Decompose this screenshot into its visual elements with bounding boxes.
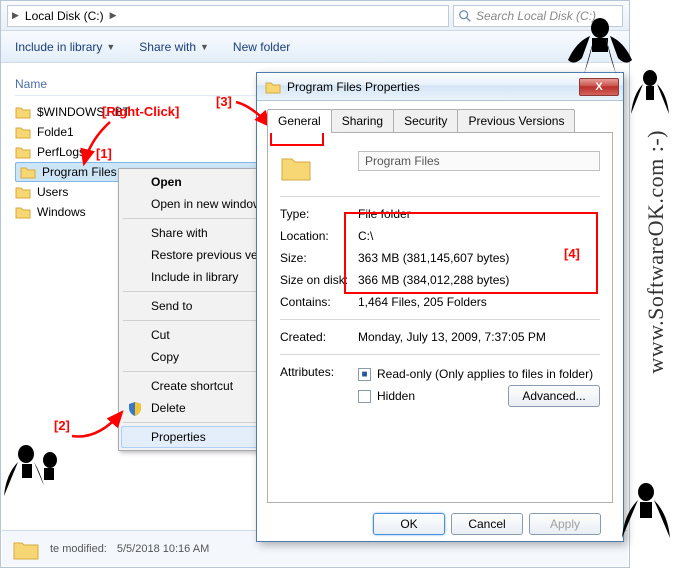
tab-panel-general: Program Files Type:File folder Location:… xyxy=(267,133,613,503)
menu-copy[interactable]: Copy xyxy=(121,346,273,368)
location-value: C:\ xyxy=(358,229,600,243)
advanced-button[interactable]: Advanced... xyxy=(508,385,600,407)
context-menu: Open Open in new window Share with Resto… xyxy=(118,168,276,451)
shield-icon xyxy=(127,401,143,417)
chevron-right-icon: ▶ xyxy=(12,10,19,21)
contains-value: 1,464 Files, 205 Folders xyxy=(358,295,600,309)
address-bar: ▶ Local Disk (C:) ▶ Search Local Disk (C… xyxy=(1,1,629,31)
status-modified: 5/5/2018 10:16 AM xyxy=(117,543,209,555)
folder-name: $WINDOWS.~BT xyxy=(37,105,130,119)
folder-name: Users xyxy=(37,185,68,199)
folder-icon xyxy=(12,537,40,561)
folder-name: PerfLogs xyxy=(37,145,85,159)
dialog-title: Program Files Properties xyxy=(287,80,420,94)
folder-name: Program Files xyxy=(42,165,117,179)
folder-name: Folde1 xyxy=(37,125,74,139)
folder-icon xyxy=(265,79,281,95)
status-label: te modified: xyxy=(50,543,107,555)
tab-sharing[interactable]: Sharing xyxy=(331,109,394,132)
folder-icon xyxy=(15,104,31,120)
cancel-button[interactable]: Cancel xyxy=(451,513,523,535)
share-with[interactable]: Share with ▼ xyxy=(139,40,209,54)
folder-name: Windows xyxy=(37,205,86,219)
tab-strip: General Sharing Security Previous Versio… xyxy=(267,109,613,133)
menu-share-with[interactable]: Share with xyxy=(121,222,273,244)
folder-icon xyxy=(15,184,31,200)
properties-dialog: Program Files Properties X General Shari… xyxy=(256,72,624,542)
folder-icon xyxy=(15,204,31,220)
ok-button[interactable]: OK xyxy=(373,513,445,535)
folder-icon xyxy=(15,124,31,140)
menu-cut[interactable]: Cut xyxy=(121,324,273,346)
folder-icon xyxy=(20,164,36,180)
breadcrumb-part[interactable]: Local Disk (C:) xyxy=(25,9,104,23)
menu-include-library[interactable]: Include in library xyxy=(121,266,273,288)
folder-icon xyxy=(280,151,312,183)
watermark: www.SoftwareOK.com :-) xyxy=(643,130,669,374)
apply-button[interactable]: Apply xyxy=(529,513,601,535)
menu-send-to[interactable]: Send to xyxy=(121,295,273,317)
close-button[interactable]: X xyxy=(579,78,619,96)
tab-security[interactable]: Security xyxy=(393,109,458,132)
menu-open[interactable]: Open xyxy=(121,171,273,193)
created-value: Monday, July 13, 2009, 7:37:05 PM xyxy=(358,330,600,344)
chevron-right-icon: ▶ xyxy=(110,10,117,21)
menu-open-new-window[interactable]: Open in new window xyxy=(121,193,273,215)
search-input[interactable]: Search Local Disk (C:) xyxy=(453,5,623,27)
tab-general[interactable]: General xyxy=(267,109,332,133)
dialog-titlebar[interactable]: Program Files Properties X xyxy=(257,73,623,101)
size-on-disk-value: 366 MB (384,012,288 bytes) xyxy=(358,273,600,287)
toolbar: Include in library ▼ Share with ▼ New fo… xyxy=(1,31,629,63)
menu-create-shortcut[interactable]: Create shortcut xyxy=(121,375,273,397)
folder-icon xyxy=(15,144,31,160)
folder-name-field[interactable]: Program Files xyxy=(358,151,600,171)
menu-properties[interactable]: Properties xyxy=(121,426,273,448)
menu-restore-previous[interactable]: Restore previous vers xyxy=(121,244,273,266)
search-icon xyxy=(458,9,472,23)
menu-delete[interactable]: Delete xyxy=(121,397,273,419)
type-value: File folder xyxy=(358,207,600,221)
tab-previous-versions[interactable]: Previous Versions xyxy=(457,109,575,132)
include-in-library[interactable]: Include in library ▼ xyxy=(15,40,115,54)
size-value: 363 MB (381,145,607 bytes) xyxy=(358,251,600,265)
silhouette-icon xyxy=(628,68,672,128)
new-folder[interactable]: New folder xyxy=(233,40,290,54)
hidden-checkbox[interactable]: Hidden xyxy=(358,389,415,403)
breadcrumb[interactable]: ▶ Local Disk (C:) ▶ xyxy=(7,5,449,27)
readonly-checkbox[interactable]: ■Read-only (Only applies to files in fol… xyxy=(358,365,600,383)
